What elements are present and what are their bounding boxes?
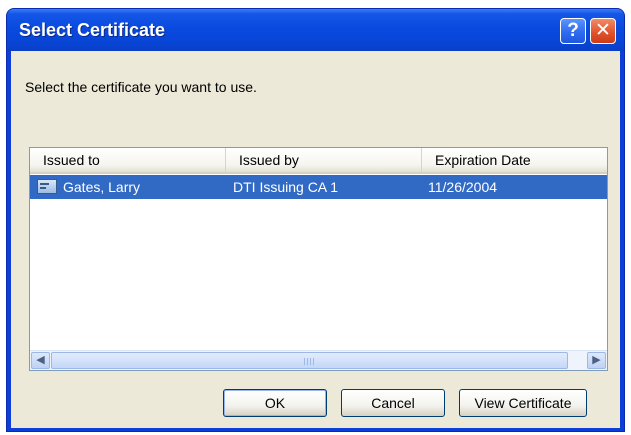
close-button[interactable]: ✕ xyxy=(590,18,616,44)
dialog-title: Select Certificate xyxy=(19,20,166,40)
list-header: Issued to Issued by Expiration Date xyxy=(30,148,607,174)
scroll-right-button[interactable]: ▶ xyxy=(587,352,606,369)
certificate-icon xyxy=(37,179,57,194)
dialog-body: Select the certificate you want to use. … xyxy=(11,51,620,428)
cancel-button[interactable]: Cancel xyxy=(341,389,445,417)
cell-issued-to: Gates, Larry xyxy=(63,179,141,195)
chevron-right-icon: ▶ xyxy=(592,354,601,366)
chevron-left-icon: ◀ xyxy=(36,354,45,366)
view-certificate-button[interactable]: View Certificate xyxy=(459,389,587,417)
close-icon: ✕ xyxy=(595,20,611,41)
certificate-row[interactable]: Gates, Larry DTI Issuing CA 1 11/26/2004 xyxy=(30,175,607,199)
certificate-list[interactable]: Issued to Issued by Expiration Date Gate… xyxy=(29,147,608,371)
ok-button[interactable]: OK xyxy=(223,389,327,417)
horizontal-scrollbar[interactable]: ◀ ▶ xyxy=(30,350,607,370)
help-icon: ? xyxy=(567,20,579,41)
grip-icon xyxy=(304,358,314,365)
cell-expiration-date: 11/26/2004 xyxy=(428,179,498,195)
column-header-issued-by[interactable]: Issued by xyxy=(226,148,422,172)
title-bar[interactable]: Select Certificate ? ✕ xyxy=(7,9,624,51)
cell-issued-by: DTI Issuing CA 1 xyxy=(233,179,339,195)
select-certificate-dialog: Select Certificate ? ✕ Select the certif… xyxy=(6,8,625,432)
help-button[interactable]: ? xyxy=(560,18,586,44)
column-header-issued-to[interactable]: Issued to xyxy=(30,148,226,172)
instruction-text: Select the certificate you want to use. xyxy=(25,79,257,95)
scroll-left-button[interactable]: ◀ xyxy=(31,352,50,369)
column-header-expiration-date[interactable]: Expiration Date xyxy=(422,148,608,172)
scroll-thumb[interactable] xyxy=(51,352,568,369)
